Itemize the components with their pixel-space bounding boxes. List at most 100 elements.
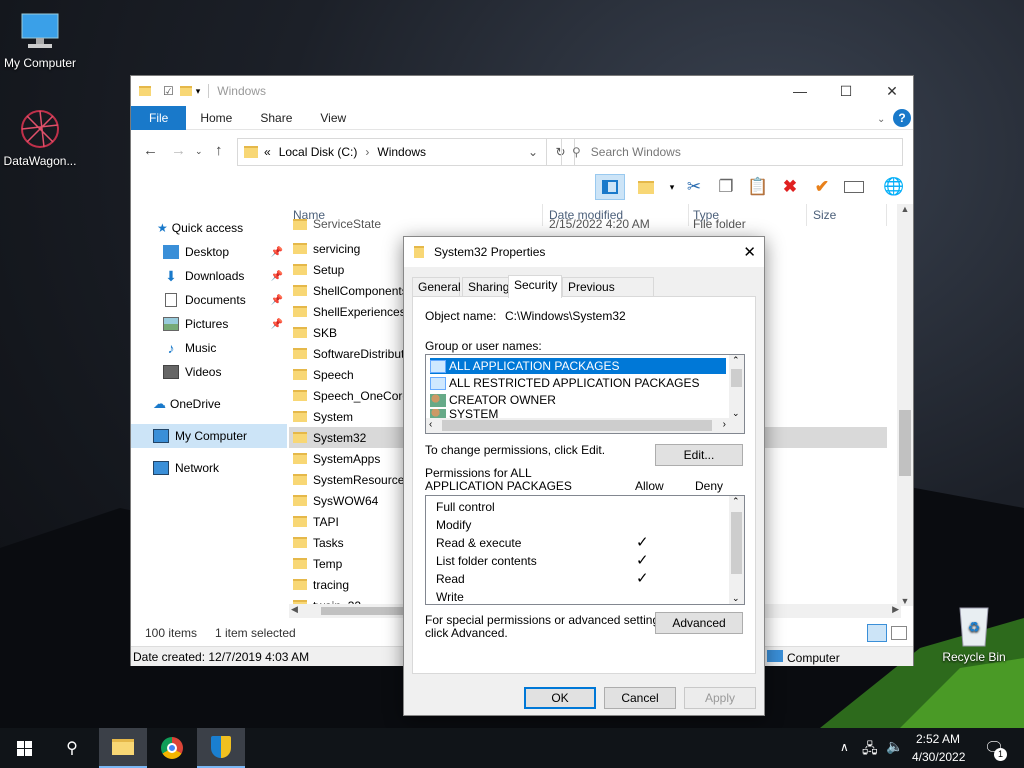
cancel-button[interactable]: Cancel	[604, 687, 676, 709]
tab-file[interactable]: File	[131, 105, 187, 130]
tab-share[interactable]: Share	[246, 106, 306, 130]
scroll-thumb[interactable]	[442, 420, 712, 431]
customize-dropdown-icon[interactable]: ▾	[196, 86, 201, 97]
pin-icon[interactable]: 📌	[271, 295, 283, 306]
forward-arrow-icon[interactable]: →	[171, 142, 186, 159]
details-view-icon[interactable]	[867, 624, 887, 642]
list-item[interactable]: CREATOR OWNER	[430, 392, 556, 408]
clock-date[interactable]: 4/30/2022	[912, 750, 965, 764]
taskbar-chrome[interactable]	[148, 728, 196, 768]
list-item[interactable]: ALL RESTRICTED APPLICATION PACKAGES	[430, 375, 700, 391]
address-bar[interactable]: « Local Disk (C:) › Windows ⌄	[237, 138, 547, 166]
pin-icon[interactable]: 📌	[271, 319, 283, 330]
desktop-icon-recycle-bin[interactable]: ♻ Recycle Bin	[934, 602, 1014, 664]
nav-pictures[interactable]: Pictures 📌	[131, 312, 287, 336]
scroll-thumb[interactable]	[899, 410, 911, 476]
nav-network[interactable]: Network	[131, 456, 287, 480]
dialog-close-icon[interactable]: ✕	[743, 243, 756, 261]
folder-icon	[293, 537, 307, 548]
nav-downloads[interactable]: ⬇ Downloads 📌	[131, 264, 287, 288]
start-button[interactable]	[0, 728, 48, 768]
desktop-icon-my-computer[interactable]: My Computer	[0, 10, 80, 70]
desktop-icon-label: My Computer	[3, 56, 77, 70]
allow-checkmark-icon: ✓	[636, 534, 649, 551]
breadcrumb-windows[interactable]: Windows	[377, 145, 426, 159]
large-icons-view-icon[interactable]	[891, 626, 907, 640]
nav-documents[interactable]: Documents 📌	[131, 288, 287, 312]
network-status-icon[interactable]: 🖧	[862, 738, 878, 762]
pin-icon[interactable]: 📌	[271, 271, 283, 282]
preview-pane-icon[interactable]	[595, 174, 625, 200]
details-pane-icon[interactable]	[633, 174, 659, 200]
scroll-thumb[interactable]	[321, 607, 405, 615]
help-icon[interactable]: ?	[893, 109, 911, 127]
cut-icon[interactable]: ✂	[681, 174, 707, 200]
copy-icon[interactable]: ❐	[713, 174, 739, 200]
taskbar-security[interactable]	[197, 728, 245, 768]
scroll-left-icon[interactable]: ‹	[429, 419, 432, 430]
group-list[interactable]: ALL APPLICATION PACKAGES ALL RESTRICTED …	[425, 354, 745, 434]
scroll-up-icon[interactable]: ⌃	[732, 355, 740, 366]
expand-ribbon-icon[interactable]: ⌄	[877, 114, 885, 125]
taskbar-file-explorer[interactable]	[99, 728, 147, 768]
volume-icon[interactable]: 🔈	[886, 738, 903, 755]
breadcrumb-local-disk[interactable]: Local Disk (C:)	[279, 145, 358, 159]
file-name: Tasks	[313, 535, 344, 550]
show-hidden-icons-icon[interactable]: ∧	[840, 740, 849, 754]
back-arrow-icon[interactable]: ←	[143, 142, 158, 159]
scroll-thumb[interactable]	[731, 369, 742, 387]
new-folder-icon[interactable]	[179, 86, 192, 96]
quick-access-toolbar-icon[interactable]	[139, 86, 151, 96]
nav-my-computer[interactable]: My Computer	[131, 424, 287, 448]
properties-icon[interactable]: ☑	[163, 84, 174, 98]
vertical-scrollbar[interactable]: ▲ ▼	[897, 204, 913, 606]
tab-security[interactable]: Security	[508, 275, 562, 298]
vertical-scrollbar[interactable]: ⌃ ⌄	[729, 496, 744, 604]
maximize-button[interactable]: ☐	[823, 76, 869, 106]
nav-quick-access[interactable]: ★ Quick access	[131, 216, 287, 240]
scroll-down-icon[interactable]: ⌄	[732, 593, 740, 604]
tab-general[interactable]: General	[412, 277, 461, 297]
scroll-right-icon[interactable]: ▶	[892, 604, 899, 615]
paste-icon[interactable]: 📋	[745, 174, 771, 200]
nav-desktop[interactable]: Desktop 📌	[131, 240, 287, 264]
edit-button[interactable]: Edit...	[655, 444, 743, 466]
desktop-icon-datawagon[interactable]: DataWagon...	[0, 106, 80, 168]
search-box[interactable]: ⚲ Search Windows	[561, 138, 903, 166]
ok-button[interactable]: OK	[524, 687, 596, 709]
tab-view[interactable]: View	[306, 106, 360, 130]
rename-icon[interactable]: ✔	[809, 174, 835, 200]
up-arrow-icon[interactable]: ↑	[215, 142, 223, 159]
tab-home[interactable]: Home	[186, 106, 246, 130]
nav-music[interactable]: ♪ Music	[131, 336, 287, 360]
apply-button[interactable]: Apply	[684, 687, 756, 709]
table-row[interactable]: ServiceState 2/15/2022 4:20 AM File fold…	[289, 218, 887, 230]
tab-sharing[interactable]: Sharing	[462, 277, 512, 297]
delete-icon[interactable]: ✖	[777, 174, 803, 200]
address-dropdown-icon[interactable]: ⌄	[528, 145, 538, 159]
desktop-icon-label: Recycle Bin	[942, 650, 1006, 664]
scroll-left-icon[interactable]: ◀	[291, 604, 298, 615]
scroll-right-icon[interactable]: ›	[723, 419, 726, 430]
tab-previous-versions[interactable]: Previous Versions	[562, 277, 654, 312]
clock-time[interactable]: 2:52 AM	[916, 732, 960, 746]
vertical-scrollbar[interactable]: ⌃ ⌄	[729, 355, 744, 419]
list-item[interactable]: ALL APPLICATION PACKAGES	[430, 358, 726, 374]
pin-icon[interactable]: 📌	[271, 247, 283, 258]
search-button[interactable]: ⚲	[48, 728, 96, 768]
group-name: ALL APPLICATION PACKAGES	[449, 359, 620, 373]
globe-icon[interactable]: 🌐	[881, 174, 907, 200]
properties-toolbar-icon[interactable]	[841, 174, 867, 200]
recent-locations-icon[interactable]: ⌄	[195, 146, 203, 157]
scroll-up-icon[interactable]: ⌃	[732, 496, 740, 507]
nav-onedrive[interactable]: ☁ OneDrive	[131, 392, 287, 416]
scroll-up-icon[interactable]: ▲	[897, 204, 913, 214]
advanced-button[interactable]: Advanced	[655, 612, 743, 634]
nav-videos[interactable]: Videos	[131, 360, 287, 384]
address-overflow[interactable]: «	[264, 145, 271, 159]
horizontal-scrollbar[interactable]: ‹ ›	[426, 418, 744, 433]
folder-icon	[293, 218, 307, 230]
minimize-button[interactable]: —	[777, 76, 823, 106]
close-button[interactable]: ✕	[869, 76, 915, 106]
scroll-thumb[interactable]	[731, 512, 742, 574]
